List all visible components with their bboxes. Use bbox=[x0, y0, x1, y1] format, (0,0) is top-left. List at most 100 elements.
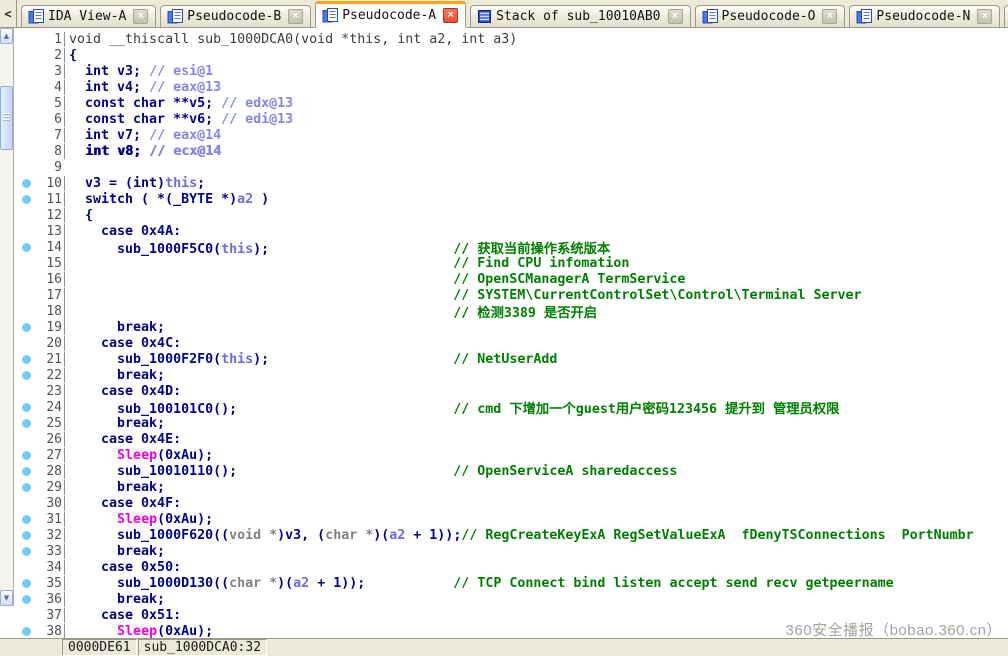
code-area[interactable]: 1void __thiscall sub_1000DCA0(void *this… bbox=[14, 28, 1008, 638]
tab-close-button[interactable]: × bbox=[133, 9, 148, 24]
tab-close-button[interactable]: × bbox=[668, 9, 683, 24]
tab-pseudocode-n[interactable]: Pseudocode-N × bbox=[849, 5, 1000, 27]
tab-stack-of-sub-10010ab0[interactable]: Stack of sub_10010AB0 × bbox=[470, 5, 690, 27]
tab-bar: < IDA View-A×Pseudocode-B×Pseudocode-A×S… bbox=[0, 0, 1008, 28]
tab-label: IDA View-A bbox=[48, 9, 126, 24]
breakpoint-dot-icon bbox=[22, 467, 31, 476]
code-text[interactable]: { bbox=[64, 48, 1008, 63]
tab-pseudocode-a[interactable]: Pseudocode-A× bbox=[315, 1, 466, 28]
tab-close-button[interactable]: × bbox=[443, 8, 458, 23]
code-text[interactable]: Sleep(0xAu); bbox=[64, 512, 1008, 527]
code-line: 15 // Find CPU infomation bbox=[14, 255, 1008, 271]
code-text[interactable]: sub_1000D130((char *)(a2 + 1)); // TCP C… bbox=[64, 576, 1008, 591]
code-text[interactable]: break; bbox=[64, 544, 1008, 559]
code-line: 16 // OpenSCManagerA TermService bbox=[14, 271, 1008, 287]
code-text[interactable]: // Find CPU infomation bbox=[64, 256, 1008, 271]
tab-pseudocode-b[interactable]: Pseudocode-B× bbox=[160, 5, 311, 27]
code-text[interactable]: break; bbox=[64, 592, 1008, 607]
code-text[interactable]: int v8; // ecx@14 bbox=[64, 144, 1008, 159]
code-line: 28 sub_10010110(); // OpenServiceA share… bbox=[14, 463, 1008, 479]
line-number: 3 bbox=[38, 64, 62, 79]
line-number: 38 bbox=[38, 624, 62, 639]
code-text[interactable]: const char **v6; // edi@13 bbox=[64, 112, 1008, 127]
code-text[interactable]: // 检测3389 是否开启 bbox=[64, 302, 1008, 321]
code-text[interactable]: sub_1000F620((void *)v3, (char *)(a2 + 1… bbox=[64, 528, 1008, 543]
gutter-cell bbox=[14, 483, 38, 492]
code-text[interactable]: break; bbox=[64, 416, 1008, 431]
breakpoint-dot-icon bbox=[22, 483, 31, 492]
line-number: 5 bbox=[38, 96, 62, 111]
breakpoint-dot-icon bbox=[22, 323, 31, 332]
tab-close-button[interactable]: × bbox=[977, 9, 992, 24]
line-number: 20 bbox=[38, 336, 62, 351]
code-text[interactable]: sub_100101C0(); // cmd 下增加一个guest用户密码123… bbox=[64, 398, 1008, 417]
code-line: 11 switch ( *(_BYTE *)a2 ) bbox=[14, 191, 1008, 207]
code-text[interactable]: case 0x4A: bbox=[64, 224, 1008, 239]
code-line: 24 sub_100101C0(); // cmd 下增加一个guest用户密码… bbox=[14, 399, 1008, 415]
code-line: 21 sub_1000F2F0(this); // NetUserAdd bbox=[14, 351, 1008, 367]
breakpoint-dot-icon bbox=[22, 531, 31, 540]
code-line: 31 Sleep(0xAu); bbox=[14, 511, 1008, 527]
line-number: 12 bbox=[38, 208, 62, 223]
line-number: 23 bbox=[38, 384, 62, 399]
tab-ida-view-a[interactable]: IDA View-A × bbox=[21, 5, 156, 27]
gutter-cell bbox=[14, 515, 38, 524]
code-line: 36 break; bbox=[14, 591, 1008, 607]
status-bar: 0000DE61 sub_1000DCA0:32 bbox=[0, 638, 1008, 656]
code-text[interactable]: case 0x50: bbox=[64, 560, 1008, 575]
code-text[interactable]: sub_1000F5C0(this); // 获取当前操作系统版本 bbox=[64, 238, 1008, 257]
code-text[interactable]: void __thiscall sub_1000DCA0(void *this,… bbox=[64, 32, 1008, 47]
code-line: 34 case 0x50: bbox=[14, 559, 1008, 575]
code-text[interactable]: case 0x4F: bbox=[64, 496, 1008, 511]
line-number: 24 bbox=[38, 400, 62, 415]
code-text[interactable]: // SYSTEM\CurrentControlSet\Control\Term… bbox=[64, 288, 1008, 303]
code-line: 26 case 0x4E: bbox=[14, 431, 1008, 447]
line-number: 34 bbox=[38, 560, 62, 575]
line-number: 22 bbox=[38, 368, 62, 383]
code-text[interactable]: break; bbox=[64, 480, 1008, 495]
code-text[interactable]: break; bbox=[64, 368, 1008, 383]
code-text[interactable]: Sleep(0xAu); bbox=[64, 448, 1008, 463]
code-text[interactable]: sub_10010110(); // OpenServiceA sharedac… bbox=[64, 464, 1008, 479]
code-text[interactable]: // OpenSCManagerA TermService bbox=[64, 272, 1008, 287]
code-text[interactable]: switch ( *(_BYTE *)a2 ) bbox=[64, 192, 1008, 207]
tab-pseudocode-o[interactable]: Pseudocode-O× bbox=[695, 5, 846, 27]
tab-close-button[interactable]: × bbox=[822, 9, 837, 24]
code-line: 30 case 0x4F: bbox=[14, 495, 1008, 511]
status-cell-address: 0000DE61 bbox=[62, 639, 137, 656]
status-cell-function: sub_1000DCA0:32 bbox=[138, 639, 267, 656]
tabs-scroll-left-button[interactable]: < bbox=[0, 0, 17, 27]
code-line: 12 { bbox=[14, 207, 1008, 223]
scrollbar-thumb[interactable] bbox=[0, 86, 13, 150]
code-line: 5 const char **v5; // edx@13 bbox=[14, 95, 1008, 111]
code-text[interactable]: int v3; // esi@1 bbox=[64, 64, 1008, 79]
left-scrollbar[interactable]: ▲ ▼ bbox=[0, 28, 14, 606]
code-text[interactable]: case 0x4E: bbox=[64, 432, 1008, 447]
code-line: 1void __thiscall sub_1000DCA0(void *this… bbox=[14, 31, 1008, 47]
code-text[interactable]: const char **v5; // edx@13 bbox=[64, 96, 1008, 111]
code-text[interactable]: sub_1000F2F0(this); // NetUserAdd bbox=[64, 352, 1008, 367]
code-text[interactable]: int v7; // eax@14 bbox=[64, 128, 1008, 143]
scroll-down-button[interactable]: ▼ bbox=[0, 590, 13, 606]
tab-close-button[interactable]: × bbox=[288, 9, 303, 24]
gutter-cell bbox=[14, 627, 38, 636]
code-line: 27 Sleep(0xAu); bbox=[14, 447, 1008, 463]
gutter-cell bbox=[14, 403, 38, 412]
gutter-cell bbox=[14, 243, 38, 252]
breakpoint-dot-icon bbox=[22, 195, 31, 204]
tab-label: Pseudocode-N bbox=[876, 9, 970, 24]
code-text[interactable]: { bbox=[64, 208, 1008, 223]
code-text[interactable]: int v4; // eax@13 bbox=[64, 80, 1008, 95]
code-text[interactable]: case 0x4D: bbox=[64, 384, 1008, 399]
breakpoint-dot-icon bbox=[22, 579, 31, 588]
tab-label: Stack of sub_10010AB0 bbox=[496, 9, 660, 24]
breakpoint-dot-icon bbox=[22, 547, 31, 556]
line-number: 31 bbox=[38, 512, 62, 527]
scroll-up-button[interactable]: ▲ bbox=[0, 28, 13, 44]
breakpoint-dot-icon bbox=[22, 419, 31, 428]
line-number: 37 bbox=[38, 608, 62, 623]
code-text[interactable]: break; bbox=[64, 320, 1008, 335]
tab-pseudocode-h[interactable]: Pseudocode-H× bbox=[1004, 5, 1008, 27]
code-text[interactable]: v3 = (int)this; bbox=[64, 176, 1008, 191]
code-text[interactable]: case 0x4C: bbox=[64, 336, 1008, 351]
